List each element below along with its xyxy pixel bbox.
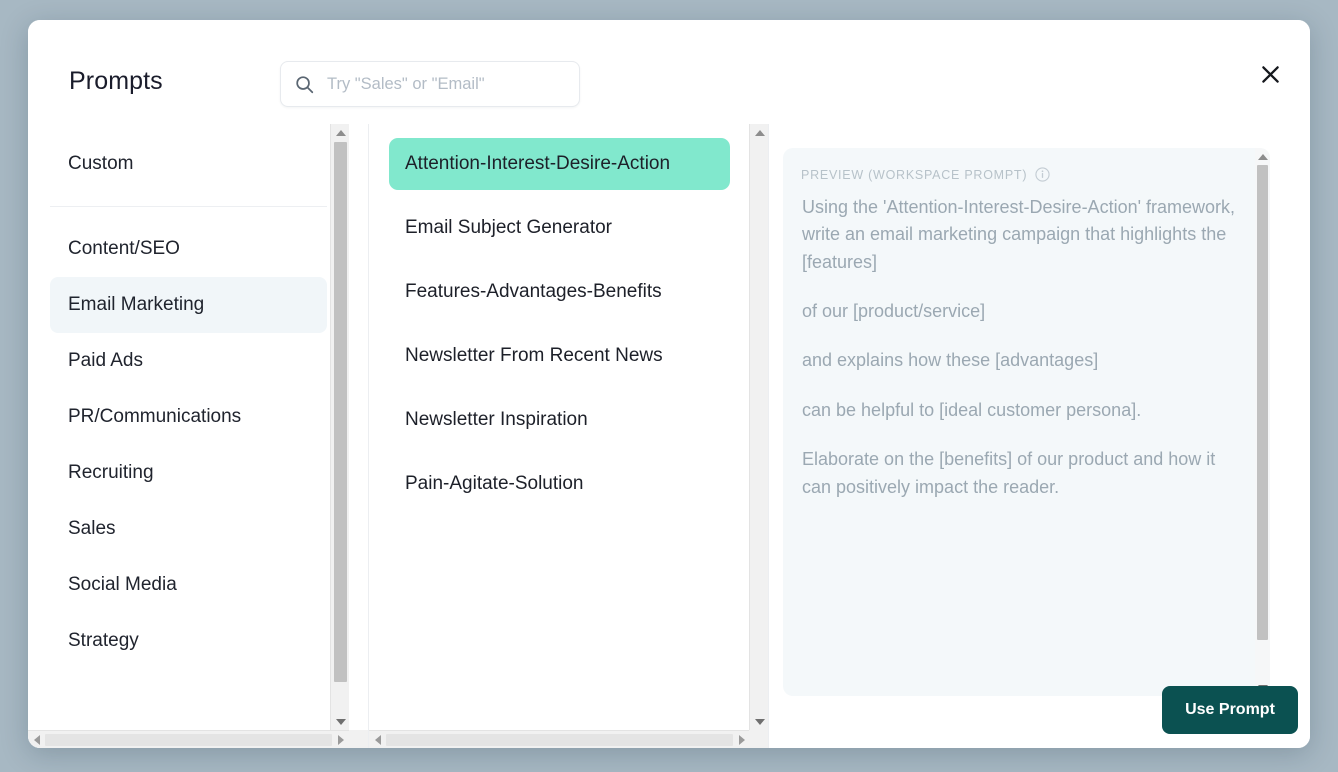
sidebar-item-content-seo[interactable]: Content/SEO (50, 221, 327, 277)
sidebar-item-label: Social Media (68, 574, 177, 596)
sidebar-item-email-marketing[interactable]: Email Marketing (50, 277, 327, 333)
prompt-item-pain-agitate-solution[interactable]: Pain-Agitate-Solution (389, 458, 730, 510)
preview-column: PREVIEW (WORKSPACE PROMPT) Using the 'At… (768, 124, 1310, 748)
sidebar-item-paid-ads[interactable]: Paid Ads (50, 333, 327, 389)
prompt-item-label: Email Subject Generator (405, 217, 612, 239)
sidebar-item-recruiting[interactable]: Recruiting (50, 445, 327, 501)
preview-paragraph: can be helpful to [ideal customer person… (802, 397, 1246, 424)
scroll-left-arrow[interactable] (369, 731, 386, 748)
scroll-thumb[interactable] (45, 734, 332, 746)
preview-paragraph: of our [product/service] (802, 298, 1246, 325)
use-prompt-button[interactable]: Use Prompt (1162, 686, 1298, 734)
prompts-horizontal-scrollbar[interactable] (369, 730, 750, 748)
sidebar-item-label: Paid Ads (68, 350, 143, 372)
prompts-modal: Prompts Custom (28, 20, 1310, 748)
sidebar-item-label: Email Marketing (68, 294, 204, 316)
preview-vertical-scrollbar[interactable] (1255, 148, 1270, 696)
sidebar-item-sales[interactable]: Sales (50, 501, 327, 557)
sidebar-item-social-media[interactable]: Social Media (50, 557, 327, 613)
categories-column: Custom Content/SEO Email Marketing Paid … (28, 124, 368, 748)
preview-label: PREVIEW (WORKSPACE PROMPT) (801, 168, 1027, 182)
search-icon (295, 75, 314, 94)
search-input[interactable] (325, 74, 555, 95)
sidebar-item-label: Content/SEO (68, 238, 180, 260)
prompt-item-attention-interest-desire-action[interactable]: Attention-Interest-Desire-Action (389, 138, 730, 190)
prompt-item-newsletter-inspiration[interactable]: Newsletter Inspiration (389, 394, 730, 446)
preview-paragraph: and explains how these [advantages] (802, 347, 1246, 374)
sidebar-item-label: Custom (68, 153, 133, 175)
prompt-item-label: Pain-Agitate-Solution (405, 473, 584, 495)
close-button[interactable] (1252, 56, 1288, 92)
close-icon (1261, 65, 1280, 84)
sidebar-divider (50, 206, 327, 207)
scroll-thumb[interactable] (1257, 165, 1268, 640)
categories-scroll-viewport: Custom Content/SEO Email Marketing Paid … (28, 124, 349, 730)
page-title: Prompts (69, 67, 163, 96)
scroll-up-arrow[interactable] (1255, 148, 1270, 165)
sidebar-item-strategy[interactable]: Strategy (50, 613, 327, 669)
prompts-list: Attention-Interest-Desire-Action Email S… (369, 124, 750, 510)
prompts-column: Attention-Interest-Desire-Action Email S… (368, 124, 768, 748)
sidebar-item-label: Strategy (68, 630, 139, 652)
categories-vertical-scrollbar[interactable] (330, 124, 349, 730)
prompt-item-label: Features-Advantages-Benefits (405, 281, 662, 303)
preview-card: PREVIEW (WORKSPACE PROMPT) Using the 'At… (783, 148, 1270, 696)
prompt-item-features-advantages-benefits[interactable]: Features-Advantages-Benefits (389, 266, 730, 318)
prompt-item-email-subject-generator[interactable]: Email Subject Generator (389, 202, 730, 254)
scroll-up-arrow[interactable] (331, 124, 350, 141)
search-box[interactable] (280, 61, 580, 107)
preview-paragraph: Using the 'Attention-Interest-Desire-Act… (802, 194, 1246, 276)
categories-list: Custom Content/SEO Email Marketing Paid … (28, 124, 349, 669)
prompts-vertical-scrollbar[interactable] (749, 124, 768, 730)
modal-header: Prompts (28, 20, 1310, 124)
scroll-right-arrow[interactable] (332, 731, 349, 748)
prompt-item-label: Newsletter Inspiration (405, 409, 588, 431)
sidebar-item-label: Sales (68, 518, 116, 540)
sidebar-item-label: PR/Communications (68, 406, 241, 428)
sidebar-item-pr-communications[interactable]: PR/Communications (50, 389, 327, 445)
scroll-down-arrow[interactable] (750, 713, 769, 730)
scroll-corner (749, 730, 768, 748)
sidebar-item-label: Recruiting (68, 462, 154, 484)
preview-header: PREVIEW (WORKSPACE PROMPT) (783, 148, 1270, 182)
prompt-item-label: Attention-Interest-Desire-Action (405, 153, 670, 175)
sidebar-item-custom[interactable]: Custom (50, 136, 327, 192)
categories-horizontal-scrollbar[interactable] (28, 730, 349, 748)
prompts-scroll-viewport: Attention-Interest-Desire-Action Email S… (369, 124, 750, 730)
scroll-right-arrow[interactable] (733, 731, 750, 748)
prompt-item-label: Newsletter From Recent News (405, 345, 663, 367)
preview-paragraph: Elaborate on the [benefits] of our produ… (802, 446, 1246, 501)
scroll-left-arrow[interactable] (28, 731, 45, 748)
scroll-thumb[interactable] (386, 734, 733, 746)
info-circle-icon[interactable] (1035, 167, 1050, 182)
prompt-item-newsletter-from-recent-news[interactable]: Newsletter From Recent News (389, 330, 730, 382)
scroll-thumb[interactable] (334, 142, 347, 682)
scroll-corner (349, 730, 368, 748)
scroll-down-arrow[interactable] (331, 713, 350, 730)
preview-body: Using the 'Attention-Interest-Desire-Act… (783, 182, 1270, 501)
modal-body: Custom Content/SEO Email Marketing Paid … (28, 124, 1310, 748)
scroll-up-arrow[interactable] (750, 124, 769, 141)
